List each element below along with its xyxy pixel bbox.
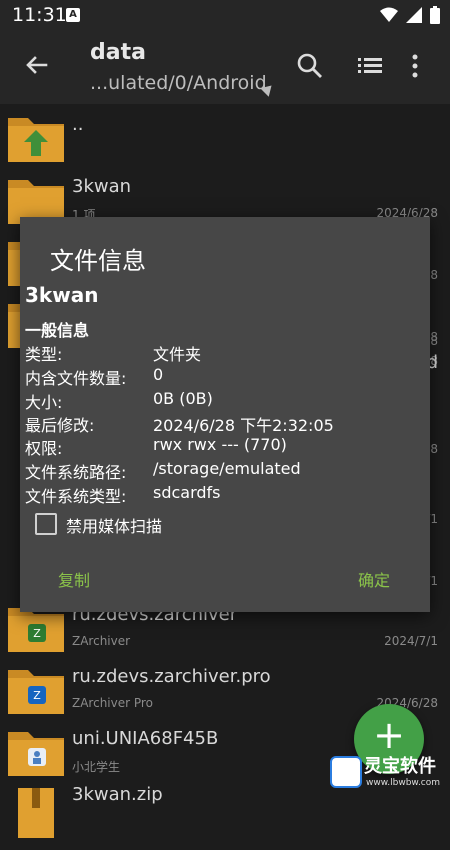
watermark: 灵宝软件 www.lbwbw.com — [326, 752, 450, 800]
plus-icon: + — [373, 713, 405, 757]
info-key: 权限: — [25, 439, 63, 458]
info-key: 最后修改: — [25, 416, 95, 435]
info-value: 0 — [153, 365, 164, 384]
ok-button[interactable]: 确定 — [358, 567, 390, 591]
info-value: 0B (0B) — [153, 389, 213, 408]
copy-button[interactable]: 复制 — [58, 567, 90, 591]
dialog-file-name: 3kwan — [25, 283, 99, 307]
folder-app-icon: Z — [8, 670, 64, 714]
battery-icon — [430, 6, 440, 24]
info-key: 文件系统类型: — [25, 487, 127, 506]
info-row-modified: 最后修改: 2024/6/28 下午2:32:05 — [25, 412, 425, 436]
signal-icon — [406, 7, 422, 23]
toolbar-title: data — [90, 40, 146, 65]
watermark-url: www.lbwbw.com — [366, 778, 441, 788]
info-key: 内含文件数量: — [25, 369, 127, 388]
section-heading: 一般信息 — [25, 321, 90, 340]
status-bar: 11:31 A — [0, 0, 450, 32]
folder-up-icon — [8, 118, 64, 162]
info-value: /storage/emulated — [153, 459, 301, 478]
checkbox-label: 禁用媒体扫描 — [66, 517, 163, 536]
status-time: 11:31 — [12, 4, 67, 26]
list-view-icon[interactable] — [356, 52, 384, 80]
file-name: .. — [72, 114, 84, 135]
info-value: 2024/6/28 下午2:32:05 — [153, 416, 334, 435]
info-key: 类型: — [25, 345, 63, 364]
info-row-file-count: 内含文件数量: 0 — [25, 365, 425, 389]
file-subtitle: 小北学生 — [72, 760, 121, 774]
watermark-logo-icon — [330, 756, 362, 788]
file-date: 2024/7/1 — [384, 634, 438, 648]
back-arrow-icon[interactable] — [20, 50, 52, 82]
info-row-fs-type: 文件系统类型: sdcardfs — [25, 483, 425, 507]
list-item-parent[interactable]: .. — [0, 104, 450, 174]
info-row-fs-path: 文件系统路径: /storage/emulated — [25, 459, 425, 483]
folder-app-icon — [8, 732, 64, 776]
disable-media-scan-checkbox[interactable] — [35, 513, 57, 535]
zip-file-icon — [18, 788, 54, 838]
file-name: uni.UNIA68F45B — [72, 728, 219, 749]
info-row-size: 大小: 0B (0B) — [25, 389, 425, 413]
more-options-icon[interactable] — [408, 52, 422, 80]
info-value: sdcardfs — [153, 483, 221, 502]
watermark-text: 灵宝软件 — [364, 756, 436, 777]
path-dropdown[interactable]: ...ulated/0/Android — [90, 72, 267, 94]
file-name: 3kwan — [72, 176, 132, 197]
info-row-permissions: 权限: rwx rwx --- (770) — [25, 435, 425, 459]
info-row-type: 类型: 文件夹 — [25, 341, 425, 365]
wifi-icon — [380, 7, 398, 22]
app-toolbar: data ...ulated/0/Android — [0, 32, 450, 104]
info-key: 大小: — [25, 393, 63, 412]
file-subtitle: ZArchiver Pro — [72, 696, 153, 710]
info-value: 文件夹 — [153, 345, 202, 364]
search-icon[interactable] — [296, 52, 324, 80]
info-key: 文件系统路径: — [25, 463, 127, 482]
file-subtitle: ZArchiver — [72, 634, 131, 648]
file-name: 3kwan.zip — [72, 784, 163, 805]
svg-text:Z: Z — [33, 627, 41, 640]
file-name: ru.zdevs.zarchiver.pro — [72, 666, 271, 687]
info-value: rwx rwx --- (770) — [153, 435, 287, 454]
dialog-title: 文件信息 — [50, 247, 146, 275]
svg-text:Z: Z — [33, 689, 41, 702]
file-info-dialog: 文件信息 3kwan 一般信息 类型: 文件夹 内含文件数量: 0 大小: 0B… — [20, 217, 430, 612]
notification-icon: A — [66, 8, 80, 22]
status-icons — [380, 6, 440, 24]
